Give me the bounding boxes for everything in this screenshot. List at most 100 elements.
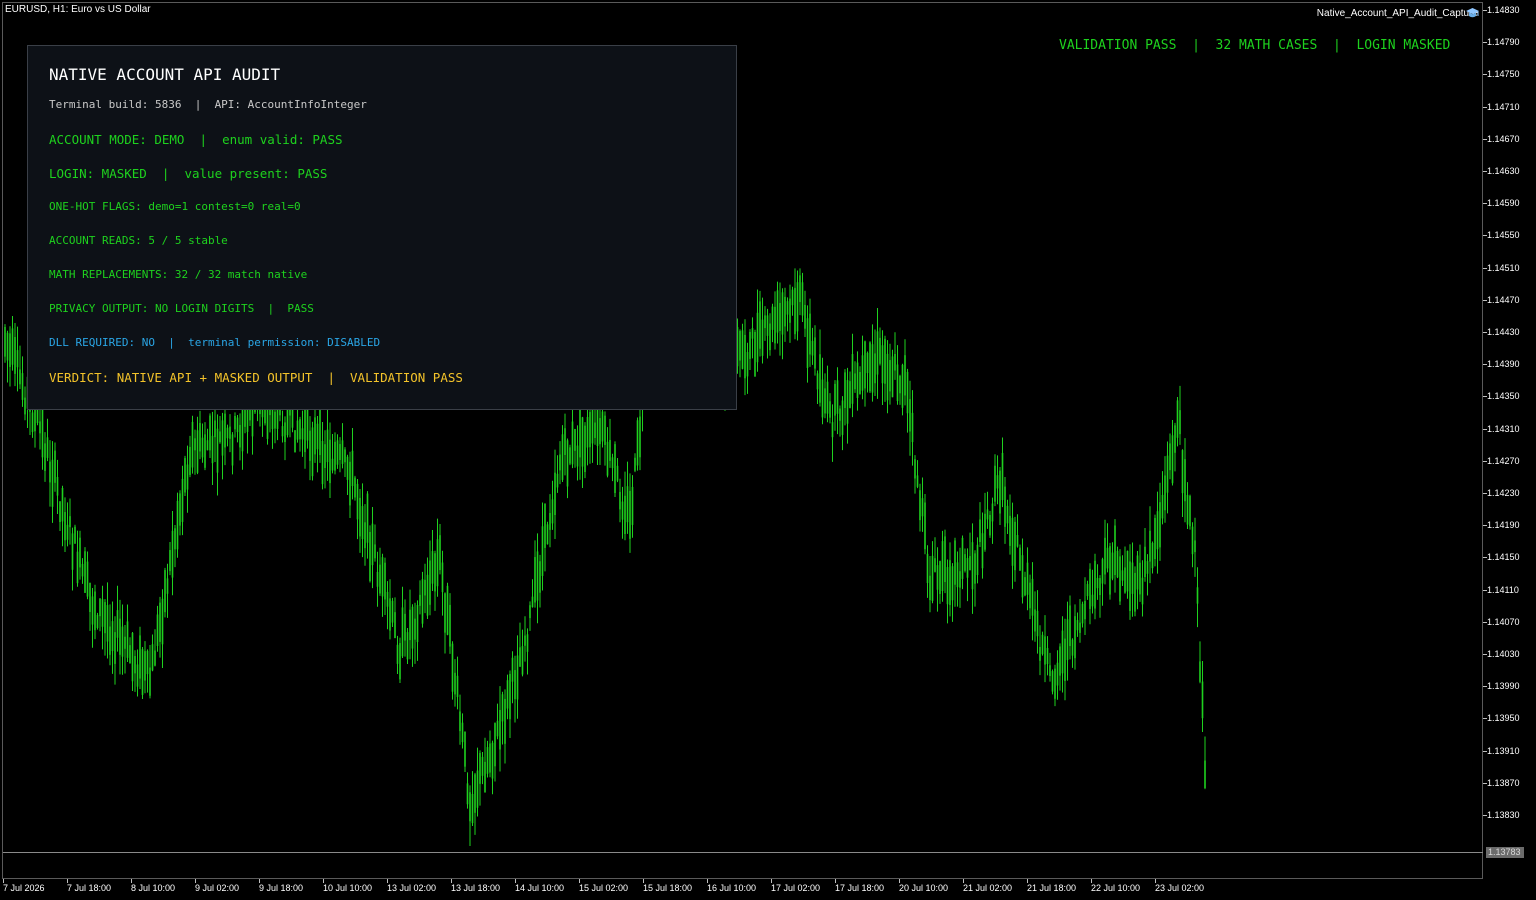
candle-body [339, 444, 341, 460]
price-tick-label: 1.14470 [1487, 294, 1520, 305]
candle-body [741, 330, 744, 369]
candle-body [859, 371, 861, 395]
candle-body [991, 503, 994, 522]
candle-body [309, 430, 311, 461]
candle-body [469, 792, 471, 822]
candle-body [1079, 622, 1081, 633]
candle-body [924, 502, 926, 550]
candle-body [1071, 639, 1074, 656]
candle-body [1204, 760, 1206, 789]
time-tick-label: 17 Jul 02:00 [771, 883, 821, 893]
candle-body [379, 564, 381, 594]
price-tick-mark [1483, 718, 1487, 720]
candle-body [304, 404, 306, 453]
candle-body [404, 613, 406, 641]
verdict-line: VERDICT: NATIVE API + MASKED OUTPUT | VA… [49, 370, 463, 385]
time-tick-label: 8 Jul 10:00 [131, 883, 176, 893]
candle-body [566, 440, 569, 487]
candle-body [136, 664, 139, 687]
status-math-cases: 32 MATH CASES [1215, 38, 1318, 53]
time-tick-label: 13 Jul 02:00 [387, 883, 437, 893]
candle-body [1124, 567, 1126, 593]
candle-body [1174, 425, 1176, 453]
candle-body [104, 602, 106, 634]
price-tick-label: 1.14750 [1487, 69, 1520, 80]
candle-body [359, 497, 361, 537]
candle-body [496, 720, 499, 737]
candle-body [176, 500, 179, 550]
candle-body [184, 458, 186, 493]
time-tick-label: 10 Jul 10:00 [323, 883, 373, 893]
candle-body [1151, 542, 1154, 569]
candle-body [1011, 517, 1014, 566]
price-tick-mark [1483, 782, 1487, 784]
candle-body [429, 560, 431, 605]
candle-body [436, 539, 439, 587]
graduation-cap-icon[interactable] [1466, 8, 1479, 19]
candle-body [1106, 547, 1109, 569]
candle-body [1054, 668, 1056, 699]
candle-body [504, 698, 506, 744]
login-line: LOGIN: MASKED | value present: PASS [49, 166, 328, 181]
candle-body [296, 420, 299, 440]
candle-body [464, 731, 466, 767]
candle-body [531, 596, 534, 608]
candle-body [366, 493, 369, 543]
candle-body [426, 574, 429, 616]
candle-body [579, 408, 581, 458]
candle-body [116, 610, 119, 638]
candle-body [839, 408, 841, 421]
candle-body [109, 626, 111, 655]
time-tick-label: 23 Jul 02:00 [1155, 883, 1205, 893]
candle-body [1179, 410, 1181, 435]
candle-body [76, 551, 79, 584]
candle-body [239, 424, 241, 448]
candle-body [1129, 561, 1131, 611]
candle-body [81, 563, 84, 577]
candle-body [1121, 570, 1124, 581]
candle-body [1019, 547, 1021, 571]
candle-body [894, 354, 896, 371]
candle-body [1119, 556, 1121, 602]
price-tick-label: 1.13830 [1487, 810, 1520, 820]
candle-body [451, 643, 454, 692]
candle-body [1009, 515, 1011, 546]
candle-body [9, 333, 11, 367]
candle-body [164, 570, 166, 613]
candle-body [1186, 494, 1189, 525]
candle-body [569, 447, 571, 464]
time-tick-label: 17 Jul 18:00 [835, 883, 885, 893]
candle-body [864, 341, 866, 389]
candle-body [774, 306, 776, 344]
candle-body [801, 282, 804, 316]
candle-body [179, 493, 181, 526]
time-tick-label: 21 Jul 18:00 [1027, 883, 1077, 893]
candle-body [501, 694, 504, 722]
candle-body [881, 345, 884, 384]
candle-body [626, 486, 629, 523]
candle-body [636, 420, 639, 466]
candle-body [959, 571, 961, 588]
candle-body [804, 304, 806, 329]
candle-body [186, 464, 189, 490]
candle-body [1116, 550, 1119, 578]
candle-body [1034, 609, 1036, 632]
candle-body [594, 422, 596, 438]
time-tick-mark [387, 879, 388, 883]
candle-body [1029, 582, 1031, 609]
candle-body [19, 369, 21, 385]
candle-body [964, 554, 966, 571]
candle-body [536, 551, 539, 601]
candle-body [621, 501, 624, 520]
time-tick-mark [515, 879, 516, 883]
dll-required-line: DLL REQUIRED: NO | terminal permission: … [49, 336, 381, 349]
candle-body [906, 371, 909, 414]
candle-body [1084, 600, 1086, 620]
candle-body [554, 472, 556, 516]
candle-body [191, 421, 194, 468]
candle-body [584, 425, 586, 473]
candle-body [1091, 594, 1094, 607]
price-tick-mark [1483, 589, 1487, 591]
candle-body [441, 562, 444, 593]
candle-body [969, 556, 971, 571]
